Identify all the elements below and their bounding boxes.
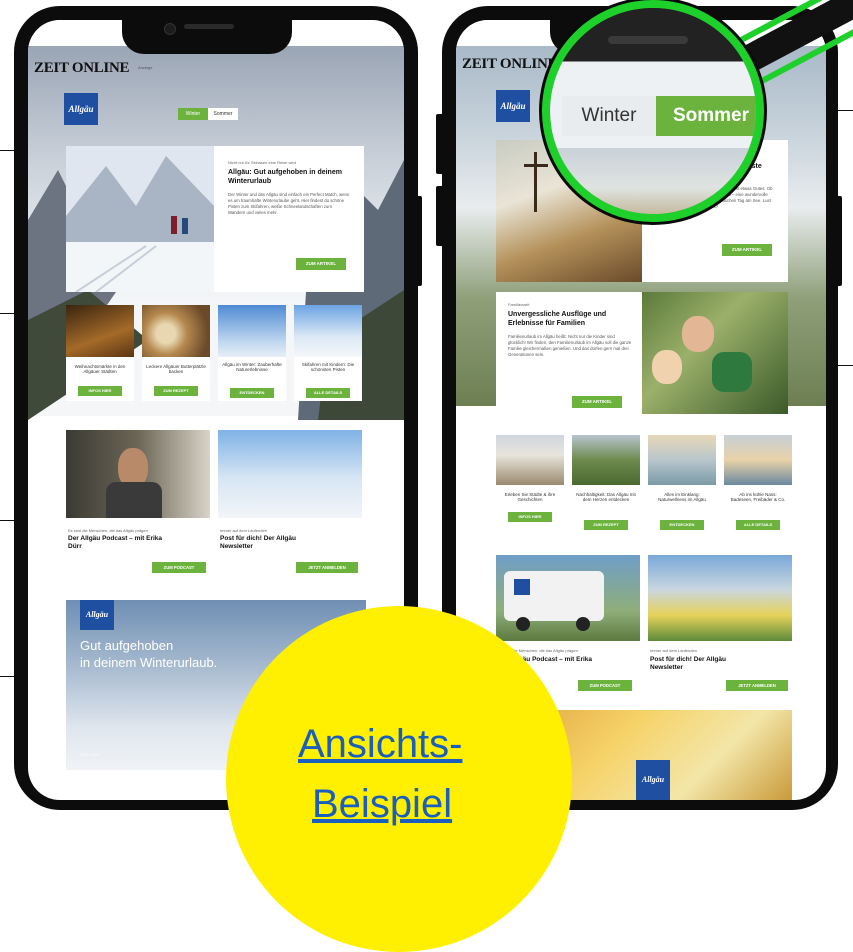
toggle-winter[interactable]: Winter <box>178 108 208 120</box>
left-tile4-button[interactable]: ALLE DETAILS <box>306 388 350 398</box>
left-season-toggle: Winter Sommer <box>178 108 238 120</box>
lens-speaker <box>608 36 688 44</box>
right-tile3-photo <box>648 435 716 485</box>
right-family-card: Familienzeit Unvergessliche Ausflüge und… <box>496 292 642 414</box>
left-newsletter-button[interactable]: JETZT ANMELDEN <box>296 562 358 573</box>
left-tile3-button[interactable]: ENTDECKEN <box>230 388 274 398</box>
right-tile-3: Alles im Einklang: Naturwellness im Allg… <box>648 488 716 532</box>
right-phone-side-button-1 <box>436 114 444 174</box>
right-tile-4: Ab ins kühle Nass: Badeseen, Freibäder &… <box>724 488 792 532</box>
left-podcast-kicker: Es sind die Menschen, die das Allgäu prä… <box>68 528 148 533</box>
left-brand-tag: Anzeige <box>138 65 153 70</box>
left-tile4-photo <box>294 305 362 357</box>
left-video-line2: in deinem Winterurlaub. <box>80 655 218 670</box>
right-phone-side-button-2 <box>436 186 444 246</box>
right-phone-side-button-3 <box>834 196 842 286</box>
left-phone-notch <box>122 16 292 54</box>
right-tile3-button[interactable]: ENTDECKEN <box>660 520 704 530</box>
left-phone-camera <box>164 23 176 35</box>
left-tile2-title[interactable]: Leckere Allgäuer Butterplätzle backen <box>142 357 210 375</box>
left-brand[interactable]: ZEIT ONLINE <box>34 60 130 77</box>
right-podcast-photo <box>496 555 640 641</box>
callout-link-line1[interactable]: Ansichts- <box>298 722 463 767</box>
left-tile3-title[interactable]: Allgäu im Winter: Zauberhafte Naturerleb… <box>218 357 286 373</box>
right-family-button[interactable]: ZUM ARTIKEL <box>572 396 622 408</box>
right-tile2-title[interactable]: Nachhaltigkeit: Das Allgäu mit dem Herze… <box>572 488 640 503</box>
left-hero-kicker: Nicht nur für Skihasen eine Reise wert <box>228 160 297 165</box>
right-tile1-button[interactable]: INFOS HIER <box>508 512 552 522</box>
right-newsletter-kicker: Immer auf dem Laufenden <box>650 648 697 653</box>
left-hero-button[interactable]: ZUM ARTIKEL <box>296 258 346 270</box>
right-tile4-photo <box>724 435 792 485</box>
left-tile2-photo <box>142 305 210 357</box>
left-tile-4: Skifahren mit Kindern: Die schönsten Pis… <box>294 357 362 401</box>
left-tile4-title[interactable]: Skifahren mit Kindern: Die schönsten Pis… <box>294 357 362 373</box>
right-podcast-button[interactable]: ZUM PODCAST <box>578 680 632 691</box>
left-podcast-title[interactable]: Der Allgäu Podcast – mit Erika Dürr <box>68 535 168 551</box>
right-hero-button[interactable]: ZUM ARTIKEL <box>722 244 772 256</box>
left-podcast-button[interactable]: ZUM PODCAST <box>152 562 206 573</box>
left-phone-speaker <box>184 24 234 29</box>
right-family-kicker: Familienzeit <box>508 302 530 307</box>
left-newsletter-photo <box>218 430 362 518</box>
right-family-body: Familienurlaub im Allgäu heißt: Nicht nu… <box>508 334 632 357</box>
right-tile4-button[interactable]: ALLE DETAILS <box>736 520 780 530</box>
left-podcast-photo <box>66 430 210 518</box>
left-newsletter-kicker: Immer auf dem Laufenden <box>220 528 267 533</box>
right-tile4-title[interactable]: Ab ins kühle Nass: Badeseen, Freibäder &… <box>724 488 792 503</box>
left-tile3-photo <box>218 305 286 357</box>
right-tile-1: Erleben Sie Städte & ihre Geschichten IN… <box>496 488 564 532</box>
right-tile3-title[interactable]: Alles im Einklang: Naturwellness im Allg… <box>648 488 716 503</box>
left-hero-photo <box>66 146 214 292</box>
toggle-summer[interactable]: Sommer <box>208 108 238 120</box>
left-tile2-button[interactable]: ZUM REZEPT <box>154 386 198 396</box>
lens-winter[interactable]: Winter <box>562 96 656 136</box>
left-newsletter-title[interactable]: Post für dich! Der Allgäu Newsletter <box>220 535 330 551</box>
lens-summer[interactable]: Sommer <box>656 96 756 136</box>
left-tile-1: Weihnachtsmärkte in den Allgäuer Städten… <box>66 357 134 401</box>
left-hero-card: Nicht nur für Skihasen eine Reise wert A… <box>214 146 364 292</box>
left-hero-title[interactable]: Allgäu: Gut aufgehoben in deinem Winteru… <box>228 168 348 186</box>
right-newsletter-photo <box>648 555 792 641</box>
right-bottom-logo: Allgäu <box>636 760 670 800</box>
right-brand[interactable]: ZEIT ONLINE <box>462 56 558 73</box>
right-tile-2: Nachhaltigkeit: Das Allgäu mit dem Herze… <box>572 488 640 532</box>
right-tile2-photo <box>572 435 640 485</box>
left-tile-2: Leckere Allgäuer Butterplätzle backen ZU… <box>142 357 210 401</box>
left-allgaeu-logo[interactable]: Allgäu <box>64 93 98 125</box>
left-phone-side-button <box>414 196 422 286</box>
left-hero-body: Der Winter und das Allgäu sind einfach e… <box>228 192 350 215</box>
left-video-time[interactable]: 0:00 / 0:23 <box>80 752 99 757</box>
left-tile1-title[interactable]: Weihnachtsmärkte in den Allgäuer Städten <box>66 357 134 375</box>
right-tile1-photo <box>496 435 564 485</box>
right-family-photo <box>642 292 788 414</box>
lens-photo <box>550 148 756 214</box>
right-newsletter-title[interactable]: Post für dich! Der Allgäu Newsletter <box>650 656 760 672</box>
right-allgaeu-logo[interactable]: Allgäu <box>496 90 530 122</box>
magnifier-lens: Winter Sommer <box>542 0 764 222</box>
callout-link-line2[interactable]: Beispiel <box>312 782 452 827</box>
left-tile1-photo <box>66 305 134 357</box>
right-tile1-title[interactable]: Erleben Sie Städte & ihre Geschichten <box>496 488 564 503</box>
left-video-line1: Gut aufgehoben <box>80 638 174 653</box>
right-tile2-button[interactable]: ZUM REZEPT <box>584 520 628 530</box>
callout-circle <box>226 606 572 952</box>
left-video-logo: Allgäu <box>80 600 114 630</box>
right-family-title[interactable]: Unvergessliche Ausflüge und Erlebnisse f… <box>508 310 632 328</box>
right-newsletter-button[interactable]: JETZT ANMELDEN <box>726 680 788 691</box>
left-tile-3: Allgäu im Winter: Zauberhafte Naturerleb… <box>218 357 286 401</box>
left-tile1-button[interactable]: INFOS HIER <box>78 386 122 396</box>
